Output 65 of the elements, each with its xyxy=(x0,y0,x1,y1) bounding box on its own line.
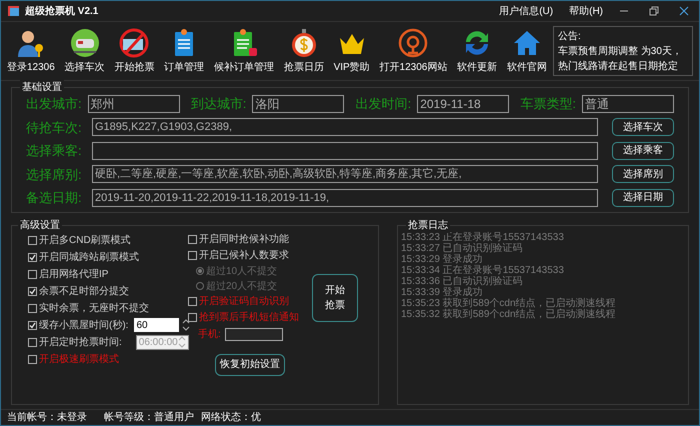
notice-title: 公告: xyxy=(558,30,582,44)
option-label: 启用网络代理IP xyxy=(39,268,108,282)
status-text: 帐号等级：普通用户 xyxy=(104,410,195,425)
toolbar-label[interactable]: 开始抢票 xyxy=(114,60,154,74)
option-label: 开启验证码自动识别 xyxy=(199,294,289,309)
select-button[interactable]: 选择日期 xyxy=(612,188,674,207)
start-button[interactable]: 开始 抢票 xyxy=(312,274,358,322)
field-label: 备选日期: xyxy=(26,189,82,207)
toolbar-label[interactable]: 软件更新 xyxy=(457,60,498,74)
reset-button[interactable]: 恢复初始设置 xyxy=(215,354,285,376)
toolbar-label[interactable]: 选择车次 xyxy=(64,60,105,74)
option-label: 开启同时抢候补功能 xyxy=(199,232,289,247)
window-title: 超级抢票机 V2.1 xyxy=(25,4,98,18)
notice-text: 车票预售周期调整 为30天， xyxy=(558,44,683,58)
field-label: 到达城市: xyxy=(190,95,246,113)
status-text: 当前帐号：未登录 xyxy=(7,410,88,425)
log-entry: 15:33:39 登录成功 xyxy=(401,286,483,298)
number-field[interactable]: 60 xyxy=(134,318,180,332)
input-field[interactable]: 郑州 xyxy=(88,94,180,113)
field-label: 出发时间: xyxy=(356,95,412,113)
option-label: 超过10人不提交 xyxy=(206,264,278,278)
field-label: 选择乘客: xyxy=(26,142,82,160)
toolbar-label[interactable]: 登录12306 xyxy=(7,60,55,74)
input-field[interactable]: 2019-11-18 xyxy=(417,94,510,113)
option-label: 超过20人不提交 xyxy=(206,280,278,294)
select-button[interactable]: 选择车次 xyxy=(612,118,674,136)
phone-label: 手机: xyxy=(198,328,221,342)
input-field[interactable]: 普通 xyxy=(582,94,674,113)
log-entry: 15:35:23 获取到589个cdn结点，已启动测速线程 xyxy=(401,298,617,308)
input-field[interactable]: G1895,K227,G1903,G2389, xyxy=(92,118,598,136)
option-label: 开启同城跨站刷票模式 xyxy=(39,250,139,264)
log-entry: 15:35:32 获取到589个cdn结点，已启动测速线程 xyxy=(401,308,617,320)
option-label: 抢到票后手机短信通知 xyxy=(199,310,299,325)
toolbar-label[interactable]: 订单管理 xyxy=(164,60,204,74)
select-button[interactable]: 选择乘客 xyxy=(612,142,674,160)
select-button[interactable]: 选择席别 xyxy=(612,165,674,184)
toolbar-label[interactable]: VIP赞助 xyxy=(334,60,370,74)
log-entry: 15:33:27 已自动识别验证码 xyxy=(401,242,524,254)
field-label: 出发城市: xyxy=(26,95,82,113)
notice-text: 热门线路请在起售日期抢定 xyxy=(558,60,679,74)
group-title: 抢票日志 xyxy=(406,218,450,232)
option-label: 开启极速刷票模式 xyxy=(39,352,119,366)
status-text: 网络状态：优 xyxy=(201,410,262,425)
input-field[interactable]: 硬卧,二等座,硬座,一等座,软座,软卧,动卧,高级软卧,特等座,商务座,其它,无座, xyxy=(92,165,598,184)
menu-item[interactable]: 用户信息(U) xyxy=(499,4,554,18)
menu-item[interactable]: 帮助(H) xyxy=(569,4,603,18)
log-entry: 15:33:34 正在登录账号15537143533 xyxy=(401,264,565,276)
field-label: 选择席别: xyxy=(26,166,82,184)
input-field[interactable]: 2019-11-20,2019-11-22,2019-11-18,2019-11-19, xyxy=(92,188,598,207)
log-entry: 15:33:29 登录成功 xyxy=(401,254,483,264)
field-label: 待抢车次: xyxy=(26,118,82,136)
input-field[interactable]: 洛阳 xyxy=(252,94,344,113)
toolbar-label[interactable]: 抢票日历 xyxy=(284,60,324,74)
option-label: 余票不足时部分提交 xyxy=(39,284,129,298)
option-label: 开启多CND刷票模式 xyxy=(39,234,131,248)
option-label: 开启已候补人数要求 xyxy=(199,248,289,263)
toolbar-label[interactable]: 打开12306网站 xyxy=(380,60,448,74)
toolbar-label[interactable]: 候补订单管理 xyxy=(214,60,274,74)
option-label: 开启定时抢票时间: xyxy=(39,336,122,350)
option-label: 缓存小黑屋时间(秒): xyxy=(39,318,128,332)
toolbar-label[interactable]: 软件官网 xyxy=(506,60,547,74)
field-label: 车票类型: xyxy=(520,95,576,113)
log-entry: 15:33:36 已自动识别验证码 xyxy=(401,276,524,286)
group-title: 高级设置 xyxy=(18,218,62,232)
option-label: 实时余票，无座时不提交 xyxy=(39,302,149,316)
